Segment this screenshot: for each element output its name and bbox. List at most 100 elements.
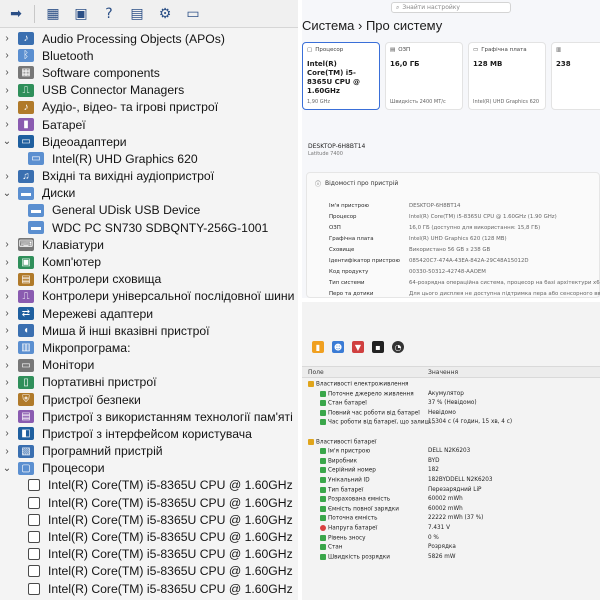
chevron-right-icon[interactable]: ›	[0, 239, 14, 250]
battery-row[interactable]: Ім'я пристрою DELL N2K6203	[302, 447, 600, 457]
chevron-right-icon[interactable]: ›	[0, 50, 14, 61]
chevron-right-icon[interactable]: ›	[0, 342, 14, 353]
chevron-right-icon[interactable]: ›	[0, 257, 14, 268]
scan-hardware-icon[interactable]: ⚙	[155, 4, 175, 24]
chevron-right-icon[interactable]: ›	[0, 360, 14, 371]
tree-category[interactable]: › ◧ Пристрої з інтерфейсом користувача	[0, 425, 298, 442]
tree-device[interactable]: Intel(R) Core(TM) i5-8365U CPU @ 1.60GHz	[0, 494, 298, 511]
view-icon[interactable]: ▤	[127, 4, 147, 24]
battery-row[interactable]: Стан Розрядка	[302, 543, 600, 553]
tree-category[interactable]: ⌄ ▭ Відеоадаптери	[0, 133, 298, 150]
chevron-right-icon[interactable]: ›	[0, 119, 14, 130]
tree-category[interactable]: › ♪ Аудіо-, відео- та ігрові пристрої	[0, 99, 298, 116]
chevron-right-icon[interactable]: ›	[0, 102, 14, 113]
osd-icon[interactable]: ▪	[372, 341, 384, 353]
battery-row[interactable]: Повний час роботи від батареї Невідомо	[302, 409, 600, 419]
battery-row[interactable]: Напруга батареї 7.431 V	[302, 524, 600, 534]
battery-row[interactable]: Час роботи від батареї, що залиш... 15304…	[302, 418, 600, 428]
tree-category[interactable]: › ♫ Вхідні та вихідні аудіопристрої	[0, 168, 298, 185]
tree-category[interactable]: › ⌨ Клавіатури	[0, 236, 298, 253]
chevron-right-icon[interactable]: ›	[0, 171, 14, 182]
battery-row[interactable]: Поточне джерело живлення Акумулятор	[302, 390, 600, 400]
spec-card-storage[interactable]: ▥ 238	[551, 42, 600, 110]
spec-card-ram[interactable]: ▤ ОЗП 16,0 ГБ Швидкість 2400 МТ/с	[385, 42, 463, 110]
battery-row[interactable]: Тип батареї Перезарядний LiP	[302, 486, 600, 496]
breadcrumb-parent[interactable]: Система	[302, 18, 354, 33]
battery-group-row[interactable]: Властивості електроживлення	[302, 380, 600, 390]
tree-category[interactable]: › ⛨ Пристрої безпеки	[0, 391, 298, 408]
tree-device[interactable]: Intel(R) Core(TM) i5-8365U CPU @ 1.60GHz	[0, 546, 298, 563]
tree-category[interactable]: ⌄ ▢ Процесори	[0, 460, 298, 477]
tree-device[interactable]: ▭ Intel(R) UHD Graphics 620	[0, 150, 298, 167]
chevron-right-icon[interactable]: ›	[0, 411, 14, 422]
tree-category[interactable]: › ▤ Пристрої з використанням технології па…	[0, 408, 298, 425]
specs-header[interactable]: ⓘ Відомості про пристрій	[315, 179, 398, 188]
chevron-right-icon[interactable]: ›	[0, 325, 14, 336]
battery-row[interactable]: Ємність повної зарядки 60002 mWh	[302, 505, 600, 515]
gauge-icon[interactable]: ◔	[392, 341, 404, 353]
chevron-right-icon[interactable]: ›	[0, 394, 14, 405]
tree-category[interactable]: › ◖ Миша й інші вказівні пристрої	[0, 322, 298, 339]
download-icon[interactable]: ▼	[352, 341, 364, 353]
tree-category[interactable]: › ▦ Software components	[0, 64, 298, 81]
tree-device[interactable]: ▬ WDC PC SN730 SDBQNTY-256G-1001	[0, 219, 298, 236]
battery-row[interactable]: Серійний номер 182	[302, 466, 600, 476]
chevron-right-icon[interactable]: ›	[0, 428, 14, 439]
window-icon[interactable]: ▣	[71, 4, 91, 24]
tree-device[interactable]: Intel(R) Core(TM) i5-8365U CPU @ 1.60GHz	[0, 528, 298, 545]
property-icon	[320, 457, 326, 464]
battery-row[interactable]: Виробник BYD	[302, 457, 600, 467]
battery-row[interactable]: Поточна ємність 22222 mWh (37 %)	[302, 514, 600, 524]
forward-arrow-icon[interactable]: ➡	[6, 4, 26, 24]
chevron-right-icon[interactable]: ›	[0, 308, 14, 319]
tree-category[interactable]: › ▤ Контролери сховища	[0, 271, 298, 288]
spec-card-graphics[interactable]: ▭ Графічна плата 128 MB Intel(R) UHD Grap…	[468, 42, 546, 110]
tree-category[interactable]: › ▣ Комп'ютер	[0, 253, 298, 270]
chevron-right-icon[interactable]: ›	[0, 33, 14, 44]
tree-device[interactable]: Intel(R) Core(TM) i5-8365U CPU @ 1.60GHz	[0, 477, 298, 494]
chevron-right-icon[interactable]: ›	[0, 377, 14, 388]
tree-category[interactable]: › ▧ Програмний пристрій	[0, 443, 298, 460]
tree-category[interactable]: › ♪ Audio Processing Objects (APOs)	[0, 30, 298, 47]
chevron-right-icon[interactable]: ›	[0, 446, 14, 457]
battery-row[interactable]: Стан батареї 37 % (Невідомо)	[302, 399, 600, 409]
chevron-right-icon[interactable]: ›	[0, 85, 14, 96]
tree-category[interactable]: › ⇄ Мережеві адаптери	[0, 305, 298, 322]
battery-row[interactable]: Швидкість розрядки 5826 mW	[302, 553, 600, 563]
chevron-right-icon[interactable]: ›	[0, 67, 14, 78]
battery-row[interactable]: Рівень зносу 0 %	[302, 534, 600, 544]
spec-card-processor[interactable]: ▢ Процесор Intel(R) Core(TM) i5-8365U CPU…	[302, 42, 380, 110]
chevron-right-icon[interactable]: ›	[0, 274, 14, 285]
help-icon[interactable]: ?	[99, 4, 119, 24]
battery-field: Стан батареї	[328, 400, 367, 407]
tree-category[interactable]: › ᛒ Bluetooth	[0, 47, 298, 64]
tree-category[interactable]: › ▯ Портативні пристрої	[0, 374, 298, 391]
users-icon[interactable]: ☻	[332, 341, 344, 353]
battery-row[interactable]: Унікальний ID 182BYDDELL N2K6203	[302, 476, 600, 486]
tree-category[interactable]: › ⎍ USB Connector Managers	[0, 82, 298, 99]
properties-icon[interactable]: ▦	[43, 4, 63, 24]
tree-category-label: Батареї	[42, 117, 86, 132]
battery-row[interactable]: Розрахована ємність 60002 mWh	[302, 495, 600, 505]
chevron-right-icon[interactable]: ›	[0, 291, 14, 302]
monitor-icon[interactable]: ▭	[183, 4, 203, 24]
chevron-down-icon[interactable]: ⌄	[0, 463, 14, 474]
tree-category[interactable]: ⌄ ▬ Диски	[0, 185, 298, 202]
tree-category[interactable]: › ▭ Монітори	[0, 357, 298, 374]
battery-group-row[interactable]: Властивості батареї	[302, 438, 600, 448]
chevron-down-icon[interactable]: ⌄	[0, 188, 14, 199]
tree-category[interactable]: › ▥ Мікропрограма:	[0, 339, 298, 356]
col-field[interactable]: Поле	[308, 369, 324, 376]
search-input[interactable]: ⌕ Знайти настройку	[391, 2, 511, 13]
tree-category[interactable]: › ▮ Батареї	[0, 116, 298, 133]
tree-category[interactable]: › ⎍ Контролери універсальної послідовної ш…	[0, 288, 298, 305]
chip-icon: ▢	[307, 47, 313, 53]
chart-icon[interactable]: ▮	[312, 341, 324, 353]
spec-value: 085420C7-474A-43EA-842A-29C48A15012D	[409, 258, 529, 264]
tree-device[interactable]: Intel(R) Core(TM) i5-8365U CPU @ 1.60GHz	[0, 580, 298, 597]
chevron-down-icon[interactable]: ⌄	[0, 136, 14, 147]
col-value[interactable]: Значення	[428, 369, 458, 376]
tree-device[interactable]: ▬ General UDisk USB Device	[0, 202, 298, 219]
tree-device[interactable]: Intel(R) Core(TM) i5-8365U CPU @ 1.60GHz	[0, 511, 298, 528]
tree-device[interactable]: Intel(R) Core(TM) i5-8365U CPU @ 1.60GHz	[0, 563, 298, 580]
